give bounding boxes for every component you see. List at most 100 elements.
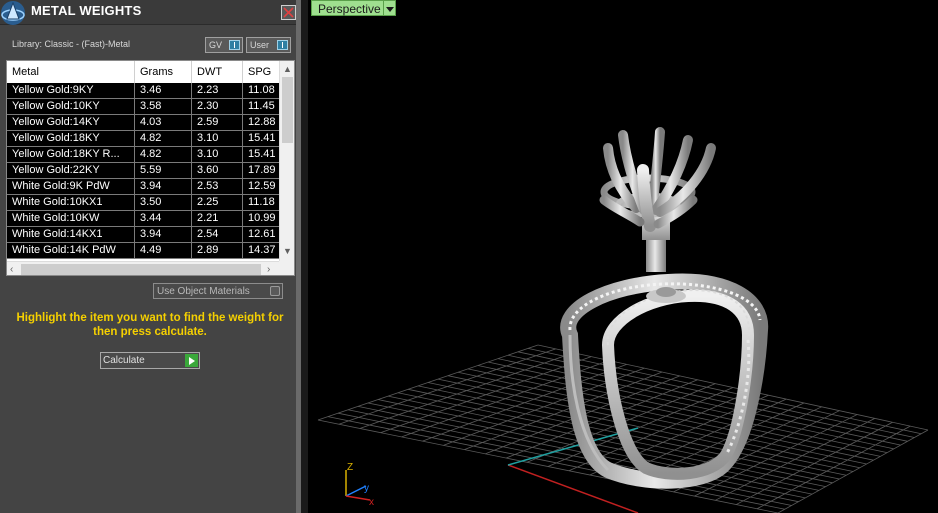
- table-cell: 2.25: [192, 195, 243, 211]
- scroll-up-icon[interactable]: ▲: [283, 65, 292, 74]
- scroll-right-icon[interactable]: ›: [267, 264, 270, 275]
- x-axis-label: x: [369, 497, 374, 508]
- scrollbar-thumb[interactable]: [282, 77, 293, 143]
- table-cell: White Gold:10KX1: [7, 195, 135, 211]
- table-cell: White Gold:10KW: [7, 211, 135, 227]
- table-cell: 11.18: [248, 196, 275, 208]
- table-cell: 3.10: [192, 147, 243, 163]
- close-button[interactable]: [281, 5, 296, 20]
- toggle-indicator-icon: [229, 40, 240, 50]
- table-cell: 2.23: [192, 83, 243, 99]
- table-cell: 3.94: [135, 179, 192, 195]
- user-toggle[interactable]: User: [246, 37, 291, 53]
- play-icon: [185, 354, 198, 367]
- table-cell: 3.44: [135, 211, 192, 227]
- table-cell: 12.59: [248, 180, 276, 192]
- table-cell: 3.46: [135, 83, 192, 99]
- vertical-scrollbar[interactable]: ▲ ▼: [279, 61, 294, 261]
- library-label: Library: Classic - (Fast)-Metal: [12, 39, 131, 49]
- toggle-indicator-icon: [277, 40, 288, 50]
- table-row[interactable]: White Gold:10KW 3.44 2.21 10.99: [7, 211, 279, 227]
- table-cell: 3.60: [192, 163, 243, 179]
- table-cell: 2.21: [192, 211, 243, 227]
- table-cell: 3.50: [135, 195, 192, 211]
- table-row[interactable]: Yellow Gold:18KY R... 4.82 3.10 15.41: [7, 147, 279, 163]
- table-cell: 15.41: [248, 132, 276, 144]
- table-cell: White Gold:14K PdW: [7, 243, 135, 259]
- gv-toggle[interactable]: GV: [205, 37, 243, 53]
- table-row[interactable]: Yellow Gold:22KY 5.59 3.60 17.89: [7, 163, 279, 179]
- table-row[interactable]: White Gold:10KX1 3.50 2.25 11.18: [7, 195, 279, 211]
- use-object-materials-label: Use Object Materials: [157, 286, 250, 297]
- calculate-label: Calculate: [103, 355, 145, 366]
- metal-weights-panel: METAL WEIGHTS Library: Classic - (Fast)-…: [0, 0, 301, 513]
- table-row[interactable]: Yellow Gold:18KY 4.82 3.10 15.41: [7, 131, 279, 147]
- table-cell: Yellow Gold:22KY: [7, 163, 135, 179]
- perspective-viewport[interactable]: Z y x Perspective: [308, 0, 938, 513]
- table-cell: 14.37: [248, 244, 276, 256]
- table-cell: 2.53: [192, 179, 243, 195]
- column-header-dwt[interactable]: DWT: [192, 61, 243, 83]
- user-label: User: [250, 40, 270, 50]
- table-cell: 4.49: [135, 243, 192, 259]
- table-cell: 4.82: [135, 147, 192, 163]
- axis-gizmo: Z y x: [345, 462, 374, 508]
- table-cell: White Gold:9K PdW: [7, 179, 135, 195]
- table-row[interactable]: White Gold:14KX1 3.94 2.54 12.61: [7, 227, 279, 243]
- table-cell: White Gold:14KX1: [7, 227, 135, 243]
- table-cell: 12.88: [248, 116, 276, 128]
- table-cell: 15.41: [248, 148, 276, 160]
- horizontal-scrollbar[interactable]: ‹ ›: [7, 261, 279, 275]
- table-cell: 4.03: [135, 115, 192, 131]
- use-object-materials-toggle[interactable]: Use Object Materials: [153, 283, 283, 299]
- calculate-button[interactable]: Calculate: [100, 352, 200, 369]
- table-cell: Yellow Gold:10KY: [7, 99, 135, 115]
- table-cell: 17.89: [248, 164, 276, 176]
- table-cell: Yellow Gold:18KY: [7, 131, 135, 147]
- table-cell: 11.45: [248, 100, 275, 112]
- metal-table: Metal Grams DWT SPG Yellow Gold:9KY 3.46 2…: [6, 60, 295, 276]
- table-cell: 2.59: [192, 115, 243, 131]
- table-row[interactable]: Yellow Gold:9KY 3.46 2.23 11.08: [7, 83, 279, 99]
- scroll-corner: [279, 261, 294, 275]
- viewport-scene: Z y x: [317, 127, 929, 513]
- splitter-handle[interactable]: [301, 0, 308, 513]
- table-cell: 2.30: [192, 99, 243, 115]
- panel-titlebar: METAL WEIGHTS: [0, 0, 301, 25]
- table-cell: 3.58: [135, 99, 192, 115]
- column-header-metal[interactable]: Metal: [7, 61, 135, 83]
- viewport-label[interactable]: Perspective: [311, 0, 388, 16]
- panel-title: METAL WEIGHTS: [31, 3, 142, 18]
- column-header-spg[interactable]: SPG: [243, 61, 279, 83]
- instruction-text: Highlight the item you want to find the …: [16, 312, 284, 338]
- scrollbar-thumb[interactable]: [21, 264, 261, 275]
- table-cell: 10.99: [248, 212, 276, 224]
- z-axis-label: Z: [347, 462, 353, 473]
- table-cell: 2.89: [192, 243, 243, 259]
- table-header: Metal Grams DWT SPG: [7, 61, 279, 83]
- table-cell: Yellow Gold:18KY R...: [7, 147, 135, 163]
- table-cell: 12.61: [248, 228, 276, 240]
- table-row[interactable]: White Gold:14K PdW 4.49 2.89 14.37: [7, 243, 279, 259]
- gv-label: GV: [209, 40, 223, 50]
- y-axis-label: y: [364, 483, 369, 494]
- table-cell: 5.59: [135, 163, 192, 179]
- viewport-menu-icon[interactable]: [383, 0, 396, 16]
- app-logo-icon: [1, 1, 25, 25]
- column-header-grams[interactable]: Grams: [135, 61, 192, 83]
- table-cell: 3.10: [192, 131, 243, 147]
- scroll-left-icon[interactable]: ‹: [10, 264, 13, 275]
- table-cell: 2.54: [192, 227, 243, 243]
- table-row[interactable]: White Gold:9K PdW 3.94 2.53 12.59: [7, 179, 279, 195]
- checkbox-icon: [270, 286, 280, 296]
- table-row[interactable]: Yellow Gold:14KY 4.03 2.59 12.88: [7, 115, 279, 131]
- table-cell: 3.94: [135, 227, 192, 243]
- table-cell: 4.82: [135, 131, 192, 147]
- table-row[interactable]: Yellow Gold:10KY 3.58 2.30 11.45: [7, 99, 279, 115]
- close-icon: [283, 7, 294, 18]
- table-cell: 11.08: [248, 84, 275, 96]
- scroll-down-icon[interactable]: ▼: [283, 247, 292, 256]
- table-cell: Yellow Gold:14KY: [7, 115, 135, 131]
- table-cell: Yellow Gold:9KY: [7, 83, 135, 99]
- table-body: Yellow Gold:9KY 3.46 2.23 11.08 Yellow Gold:…: [7, 83, 279, 261]
